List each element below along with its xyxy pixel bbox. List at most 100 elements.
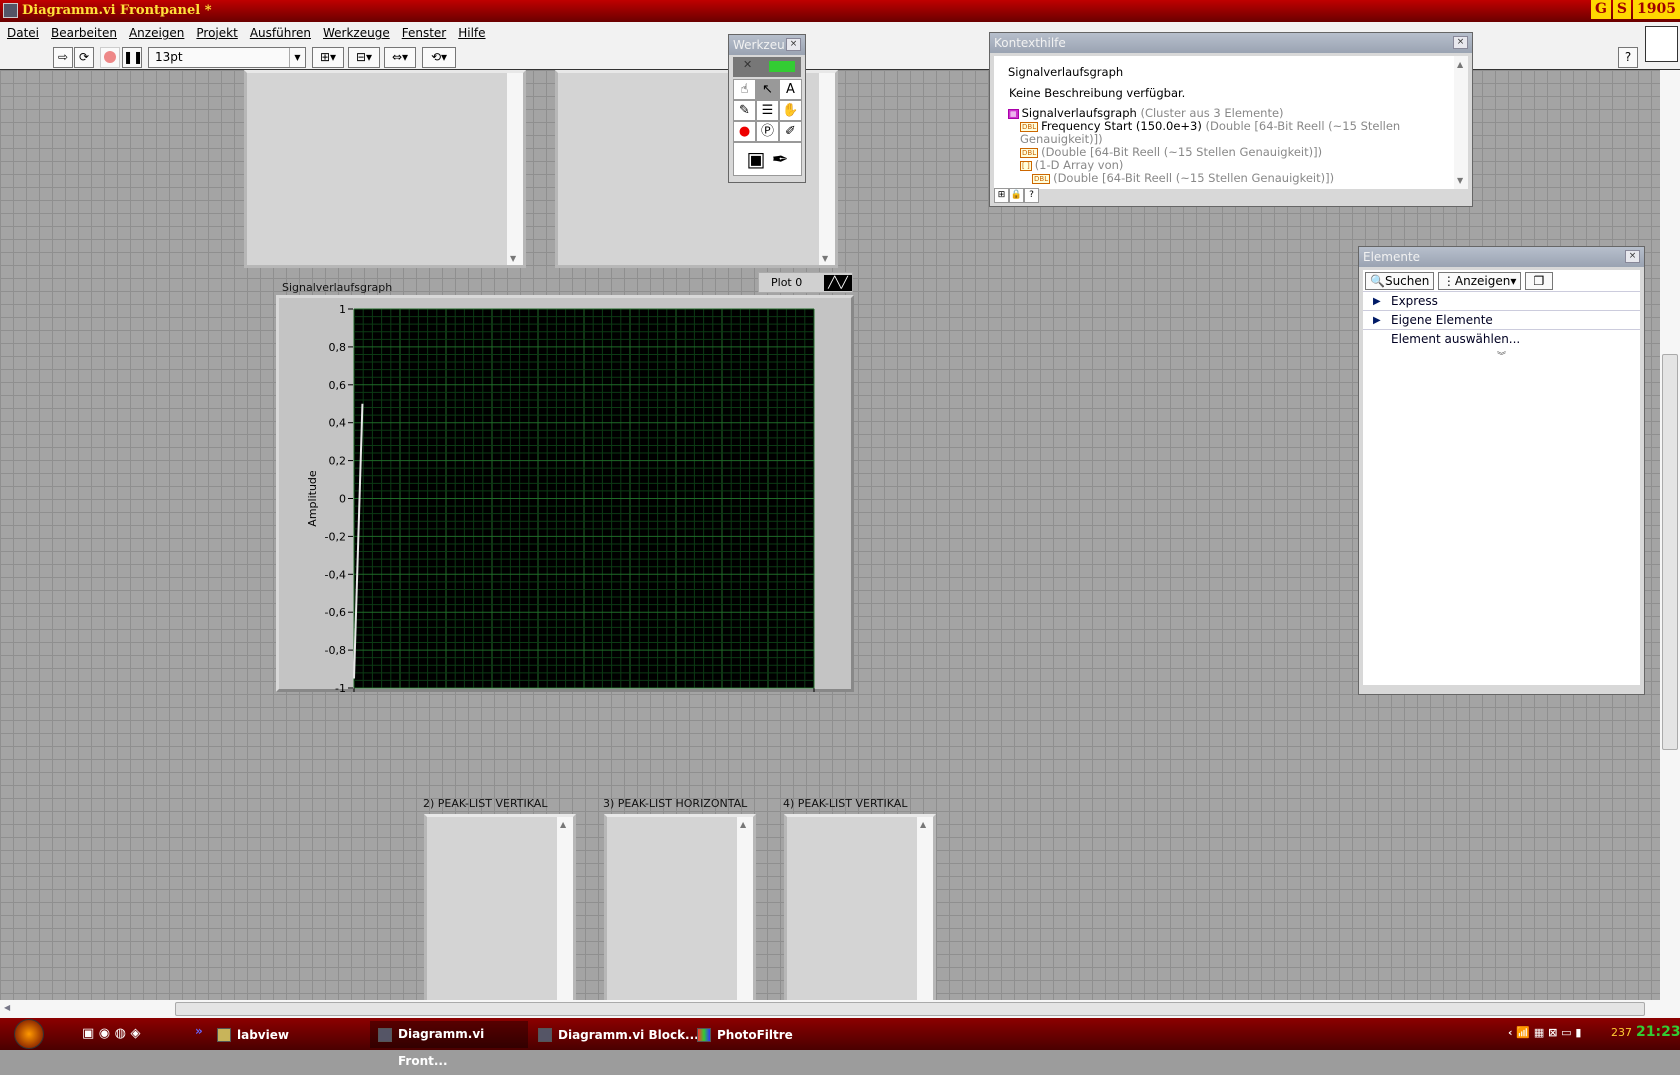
scrollbar-thumb[interactable] <box>175 1002 1645 1016</box>
context-help-title: Kontexthilfe <box>994 36 1066 50</box>
scrollbar[interactable]: ▼ <box>507 73 523 265</box>
y-tick-label: -0,8 <box>325 644 346 657</box>
peak-list-vertical-4[interactable]: ▲ <box>784 814 936 1000</box>
tree-name: Signalverlaufsgraph <box>1021 106 1137 120</box>
taskbar-item-photofiltre[interactable]: PhotoFiltre <box>697 1024 793 1046</box>
help-description: Keine Beschreibung verfügbar. <box>1009 86 1186 100</box>
tray-icons[interactable]: ‹ 📶 ▦ ⊠ ▭ ▮ <box>1508 1026 1581 1039</box>
menu-anzeigen[interactable]: Anzeigen <box>129 26 184 40</box>
y-tick-label: -0,4 <box>325 568 346 581</box>
help-heading: Signalverlaufsgraph <box>1008 65 1124 79</box>
probe-icon[interactable]: Ⓟ <box>756 121 779 142</box>
taskbar-item-labview[interactable]: labview <box>217 1024 289 1046</box>
operate-hand-icon[interactable]: ☝ <box>733 79 756 100</box>
plot-legend[interactable]: Plot 0 ╱╲╱ <box>758 272 853 293</box>
taskbar-item-blockdiagram[interactable]: Diagramm.vi Block... <box>538 1024 699 1046</box>
chevron-right-icon[interactable]: » <box>195 1024 203 1038</box>
close-button[interactable]: × <box>786 38 801 51</box>
close-button[interactable]: × <box>1453 36 1468 49</box>
title-badges: G S 1905 <box>1590 0 1680 19</box>
badge: G <box>1590 0 1611 19</box>
clock: 21:23 <box>1636 1024 1680 1040</box>
quicklaunch-icons[interactable]: ▣ ◉ ◍ ◈ <box>82 1026 141 1041</box>
peak-list-horizontal-3[interactable]: ▲ <box>604 814 756 1000</box>
window-title-bar: Diagramm.vi Frontpanel * <box>0 0 1680 22</box>
peak-list-label: 4) PEAK-LIST VERTIKAL <box>783 797 908 810</box>
tray-counter: 237 <box>1611 1026 1632 1039</box>
text-tool-icon[interactable]: A <box>779 79 802 100</box>
y-tick-label: 0 <box>339 493 346 506</box>
resize-objects-icon[interactable]: ⇔▾ <box>384 47 416 68</box>
view-button[interactable]: ⋮Anzeigen▾ <box>1437 272 1522 290</box>
scrollbar[interactable]: ▲ <box>557 817 573 1000</box>
scrollbar[interactable]: ▲ <box>737 817 753 1000</box>
peak-list-label: 3) PEAK-LIST HORIZONTAL <box>603 797 748 810</box>
font-select[interactable]: 13pt Anwendungsschriftart▼ <box>148 47 306 83</box>
scrollbar[interactable]: ▼ <box>819 73 835 265</box>
color-picker-icon[interactable]: ✐ <box>779 121 802 142</box>
context-help-button[interactable]: ? <box>1618 47 1638 68</box>
menu-projekt[interactable]: Projekt <box>196 26 237 40</box>
restore-palette-icon[interactable]: ❐ <box>1524 272 1553 290</box>
wiring-spool-icon[interactable]: ✎ <box>733 100 756 121</box>
position-arrow-icon[interactable]: ↖ <box>756 79 779 100</box>
help-icon: ? <box>1624 50 1632 64</box>
y-axis-label: Amplitude <box>306 470 319 527</box>
listbox-top-left[interactable]: ▼ <box>244 70 526 268</box>
tools-palette: Werkzeu... × ✕ ☝ ↖ A ✎ ☰ ✋ ● Ⓟ ✐ ▣ ✒ <box>728 34 806 183</box>
elements-palette-title: Elemente <box>1363 250 1421 264</box>
start-button[interactable] <box>14 1019 44 1049</box>
dbl-icon: DBL <box>1020 148 1039 158</box>
y-tick-label: 0,6 <box>329 379 347 392</box>
graph-label: Signalverlaufsgraph <box>282 281 393 294</box>
auto-tool-led-icon <box>769 61 795 72</box>
menu-bearbeiten[interactable]: Bearbeiten <box>51 26 117 40</box>
menu-datei[interactable]: Datei <box>7 26 39 40</box>
scrollbar[interactable]: ▲ ▼ <box>1454 56 1468 189</box>
close-button[interactable]: × <box>1625 250 1640 263</box>
scroll-hand-icon[interactable]: ✋ <box>779 100 802 121</box>
help-footer-buttons: ⊞ 🔒? <box>994 187 1039 203</box>
shortcut-menu-icon[interactable]: ☰ <box>756 100 779 121</box>
badge: S <box>1612 0 1632 19</box>
vertical-scrollbar[interactable] <box>1660 70 1680 1018</box>
search-icon: 🔍 <box>1370 274 1385 288</box>
tree-type: (Double [64-Bit Reell (~15 Stellen Genau… <box>1053 171 1335 185</box>
menu-werkzeuge[interactable]: Werkzeuge <box>323 26 390 40</box>
align-objects-icon[interactable]: ⊞▾ <box>312 47 344 68</box>
tree-name: Frequency Start (150.0e+3) <box>1041 119 1202 133</box>
distribute-objects-icon[interactable]: ⊟▾ <box>348 47 380 68</box>
labview-icon <box>378 1028 392 1042</box>
legend-label: Plot 0 <box>771 276 803 289</box>
palette-category-express[interactable]: ▶ Express <box>1363 292 1640 311</box>
expand-more-icon[interactable]: ︾ <box>1363 349 1640 362</box>
detailed-help-icon[interactable]: ? <box>1024 187 1039 203</box>
pause-icon[interactable]: ❚❚ <box>122 47 143 68</box>
vi-connector-icon[interactable] <box>1645 26 1678 62</box>
show-optional-terminals-icon[interactable]: ⊞ <box>994 187 1009 203</box>
y-tick-label: 0,4 <box>329 417 347 430</box>
palette-category-eigene-elemente[interactable]: ▶ Eigene Elemente <box>1363 311 1640 330</box>
set-color-icon[interactable]: ▣ ✒ <box>733 142 802 176</box>
run-continuously-icon[interactable]: ⟳ <box>74 47 94 68</box>
breakpoint-icon[interactable]: ● <box>733 121 756 142</box>
horizontal-scrollbar[interactable]: ◀ <box>0 1000 1660 1018</box>
y-tick-label: 1 <box>339 303 346 316</box>
menu-ausfuehren[interactable]: Ausführen <box>250 26 311 40</box>
menu-hilfe[interactable]: Hilfe <box>458 26 485 40</box>
reorder-icon[interactable]: ⟲▾ <box>422 47 456 68</box>
run-arrow-icon[interactable]: ⇨ <box>53 47 73 68</box>
dbl-icon: DBL <box>1020 122 1039 132</box>
select-element-item[interactable]: Element auswählen... <box>1363 330 1640 349</box>
expand-triangle-icon: ▶ <box>1373 296 1381 307</box>
taskbar-item-frontpanel[interactable]: Diagramm.vi Front... <box>370 1021 528 1068</box>
scrollbar[interactable]: ▲ <box>917 817 933 1000</box>
peak-list-vertical-2[interactable]: ▲ <box>424 814 576 1000</box>
lock-icon[interactable]: 🔒 <box>1009 187 1024 203</box>
scrollbar-thumb[interactable] <box>1662 354 1678 750</box>
auto-tool-selection[interactable]: ✕ <box>733 57 801 77</box>
search-button[interactable]: 🔍Suchen <box>1365 272 1435 290</box>
abort-execution-icon[interactable] <box>100 47 120 68</box>
menu-fenster[interactable]: Fenster <box>402 26 447 40</box>
badge: 1905 <box>1633 0 1680 19</box>
